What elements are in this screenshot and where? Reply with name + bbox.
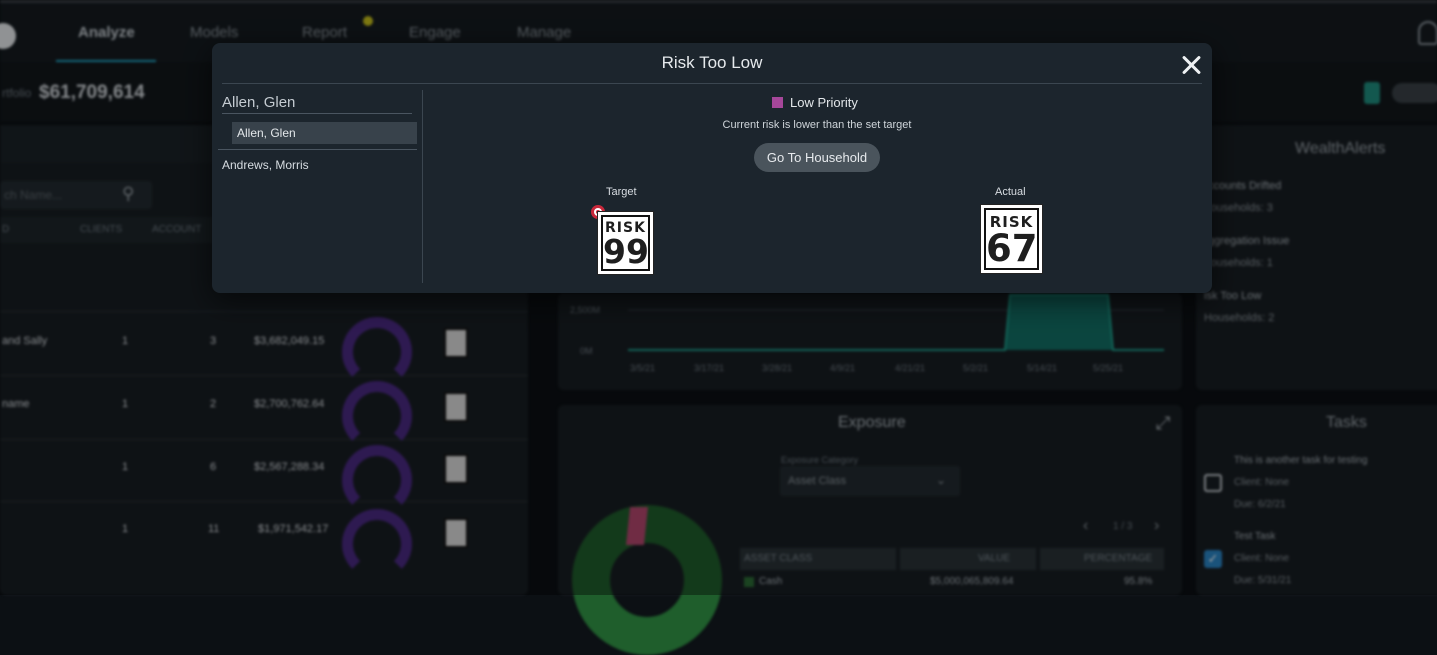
divider	[222, 113, 412, 114]
divider	[218, 149, 417, 150]
priority-label: Low Priority	[772, 95, 858, 110]
target-risk-sign: RISK 99	[597, 211, 654, 275]
alert-description: Current risk is lower than the set targe…	[722, 119, 912, 131]
target-label: Target	[606, 186, 637, 198]
priority-text: Low Priority	[790, 95, 858, 110]
go-to-household-button[interactable]: Go To Household	[754, 143, 880, 172]
close-icon[interactable]	[1178, 52, 1204, 78]
risk-too-low-modal: Risk Too Low Allen, Glen Allen, Glen And…	[212, 43, 1212, 293]
actual-label: Actual	[995, 186, 1026, 198]
household-list-item[interactable]: Andrews, Morris	[222, 158, 309, 172]
household-group-header: Allen, Glen	[222, 94, 296, 111]
household-list-item-selected[interactable]: Allen, Glen	[232, 122, 417, 144]
actual-risk-sign: RISK 67	[980, 204, 1043, 274]
divider	[422, 90, 423, 283]
priority-swatch	[772, 97, 783, 108]
actual-risk-value: 67	[986, 227, 1038, 270]
target-risk-value: 99	[603, 232, 649, 271]
divider	[222, 83, 1202, 84]
modal-title: Risk Too Low	[661, 53, 763, 72]
